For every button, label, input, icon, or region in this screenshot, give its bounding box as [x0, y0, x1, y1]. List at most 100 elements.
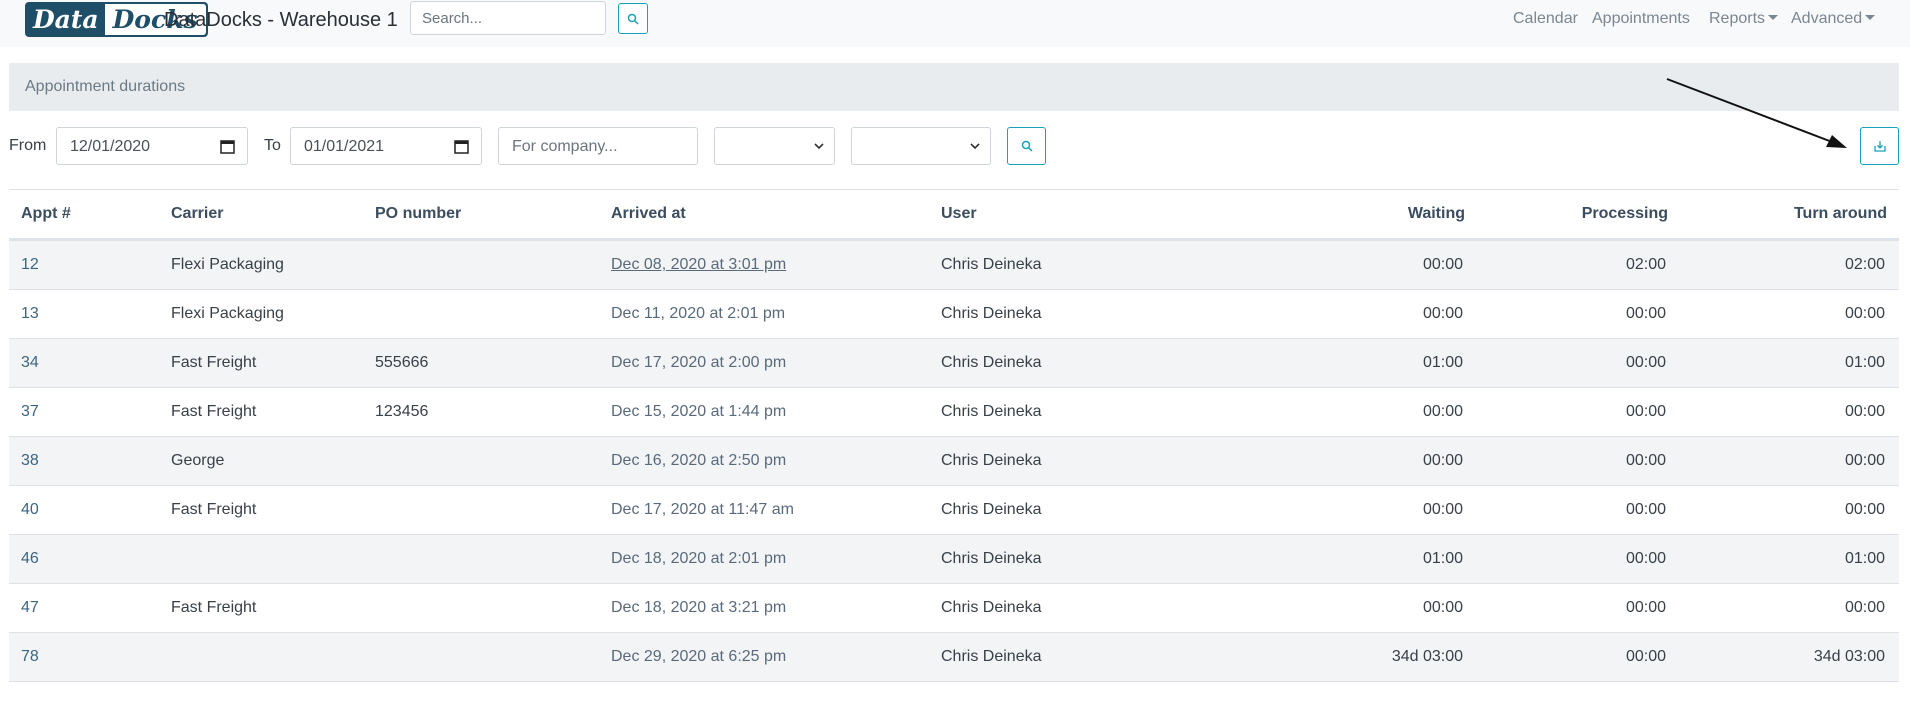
company-filter-input[interactable]: For company...	[498, 127, 698, 165]
table-row: 13 Flexi Packaging Dec 11, 2020 at 2:01 …	[9, 289, 1899, 338]
chevron-down-icon	[970, 143, 980, 150]
cell-appt[interactable]: 38	[21, 452, 39, 470]
cell-carrier: Fast Freight	[171, 599, 257, 616]
cell-user: Chris Deineka	[941, 501, 1042, 518]
chevron-down-icon	[1865, 15, 1876, 20]
cell-arrived[interactable]: Dec 17, 2020 at 11:47 am	[611, 501, 794, 519]
cell-appt[interactable]: 47	[21, 599, 39, 617]
cell-user: Chris Deineka	[941, 599, 1042, 616]
table-row: 34 Fast Freight 555666 Dec 17, 2020 at 2…	[9, 338, 1899, 387]
cell-waiting: 00:00	[1422, 452, 1463, 469]
download-icon	[1873, 141, 1886, 152]
search-icon	[1021, 140, 1033, 152]
search-icon	[627, 13, 639, 25]
cell-po: 555666	[375, 354, 429, 371]
cell-user: Chris Deineka	[941, 305, 1042, 322]
to-date-input[interactable]: 01/01/2021	[290, 127, 482, 165]
cell-processing: 00:00	[1625, 403, 1666, 420]
nav-reports-dropdown[interactable]: Reports	[1709, 10, 1779, 28]
annotation-arrow	[1666, 78, 1847, 148]
cell-arrived[interactable]: Dec 18, 2020 at 3:21 pm	[611, 599, 786, 617]
cell-user: Chris Deineka	[941, 403, 1042, 420]
cell-turnaround: 00:00	[1844, 501, 1885, 518]
cell-arrived[interactable]: Dec 08, 2020 at 3:01 pm	[611, 256, 786, 274]
cell-carrier: Flexi Packaging	[171, 305, 284, 322]
cell-waiting: 34d 03:00	[1391, 648, 1463, 665]
table-row: 46 Dec 18, 2020 at 2:01 pm Chris Deineka…	[9, 534, 1899, 583]
cell-arrived[interactable]: Dec 18, 2020 at 2:01 pm	[611, 550, 786, 568]
download-button[interactable]	[1860, 127, 1899, 165]
cell-waiting: 01:00	[1422, 354, 1463, 371]
table-row: 12 Flexi Packaging Dec 08, 2020 at 3:01 …	[9, 240, 1899, 289]
cell-arrived[interactable]: Dec 15, 2020 at 1:44 pm	[611, 403, 786, 421]
global-search-input[interactable]	[410, 1, 606, 35]
cell-user: Chris Deineka	[941, 550, 1042, 567]
cell-appt[interactable]: 46	[21, 550, 39, 568]
cell-waiting: 01:00	[1422, 550, 1463, 567]
cell-turnaround: 01:00	[1844, 550, 1885, 567]
cell-appt[interactable]: 78	[21, 648, 39, 666]
cell-processing: 00:00	[1625, 452, 1666, 469]
cell-appt[interactable]: 40	[21, 501, 39, 519]
cell-appt[interactable]: 34	[21, 354, 39, 372]
cell-arrived[interactable]: Dec 11, 2020 at 2:01 pm	[611, 305, 785, 323]
column-header-processing[interactable]: Processing	[1582, 205, 1668, 223]
from-date-input[interactable]: 12/01/2020	[56, 127, 248, 165]
global-search-button[interactable]	[618, 3, 648, 34]
cell-appt[interactable]: 13	[21, 305, 39, 323]
table-row: 38 George Dec 16, 2020 at 2:50 pm Chris …	[9, 436, 1899, 485]
column-header-turnaround[interactable]: Turn around	[1794, 205, 1887, 223]
cell-waiting: 00:00	[1422, 501, 1463, 518]
cell-appt[interactable]: 37	[21, 403, 39, 421]
table-bottom-border	[9, 681, 1899, 682]
cell-turnaround: 00:00	[1844, 403, 1885, 420]
calendar-icon[interactable]	[454, 139, 469, 154]
cell-turnaround: 34d 03:00	[1813, 648, 1885, 665]
nav-reports-label: Reports	[1709, 10, 1766, 27]
column-header-arrived[interactable]: Arrived at	[611, 205, 686, 223]
filter-select-1[interactable]	[714, 127, 835, 165]
table-row: 37 Fast Freight 123456 Dec 15, 2020 at 1…	[9, 387, 1899, 436]
cell-processing: 00:00	[1625, 305, 1666, 322]
cell-arrived[interactable]: Dec 17, 2020 at 2:00 pm	[611, 354, 786, 372]
column-header-po[interactable]: PO number	[375, 205, 461, 223]
cell-carrier: Fast Freight	[171, 501, 257, 518]
cell-arrived[interactable]: Dec 29, 2020 at 6:25 pm	[611, 648, 786, 666]
column-header-waiting[interactable]: Waiting	[1408, 205, 1465, 223]
column-header-user[interactable]: User	[941, 205, 977, 223]
logo-text-data: Data	[33, 5, 99, 34]
cell-carrier: Flexi Packaging	[171, 256, 284, 273]
app-title[interactable]: DataDocks - Warehouse 1	[164, 9, 398, 32]
column-header-appt[interactable]: Appt #	[21, 205, 71, 223]
from-date-value: 12/01/2020	[70, 138, 151, 155]
cell-user: Chris Deineka	[941, 256, 1042, 273]
nav-calendar-link[interactable]: Calendar	[1513, 10, 1578, 28]
nav-appointments-link[interactable]: Appointments	[1592, 10, 1690, 28]
company-filter-placeholder: For company...	[512, 138, 618, 155]
cell-turnaround: 00:00	[1844, 452, 1885, 469]
cell-appt[interactable]: 12	[21, 256, 39, 274]
cell-carrier: Fast Freight	[171, 403, 257, 420]
to-label: To	[264, 137, 281, 154]
cell-processing: 00:00	[1625, 599, 1666, 616]
filter-search-button[interactable]	[1007, 127, 1046, 165]
cell-arrived[interactable]: Dec 16, 2020 at 2:50 pm	[611, 452, 786, 470]
cell-user: Chris Deineka	[941, 648, 1042, 665]
column-header-carrier[interactable]: Carrier	[171, 205, 223, 223]
filter-select-2[interactable]	[851, 127, 991, 165]
cell-user: Chris Deineka	[941, 354, 1042, 371]
cell-waiting: 00:00	[1422, 403, 1463, 420]
table-row: 40 Fast Freight Dec 17, 2020 at 11:47 am…	[9, 485, 1899, 534]
cell-processing: 00:00	[1625, 354, 1666, 371]
table-row: 78 Dec 29, 2020 at 6:25 pm Chris Deineka…	[9, 632, 1899, 681]
cell-turnaround: 02:00	[1844, 256, 1885, 273]
to-date-value: 01/01/2021	[304, 138, 385, 155]
nav-advanced-dropdown[interactable]: Advanced	[1791, 10, 1876, 28]
cell-po: 123456	[375, 403, 429, 420]
cell-carrier: George	[171, 452, 225, 469]
cell-waiting: 00:00	[1422, 305, 1463, 322]
top-navbar: Data Docks DataDocks - Warehouse 1 Calen…	[0, 0, 1910, 47]
calendar-icon[interactable]	[220, 139, 235, 154]
card-header: Appointment durations	[9, 63, 1899, 111]
cell-processing: 00:00	[1625, 501, 1666, 518]
